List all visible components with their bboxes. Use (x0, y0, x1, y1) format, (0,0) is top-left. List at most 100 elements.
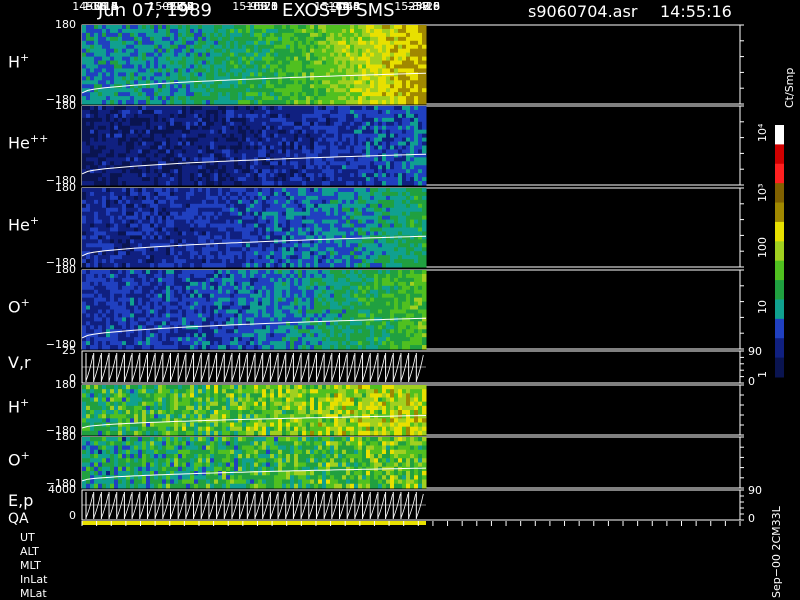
spectrogram-cell (130, 52, 135, 58)
spectrogram-cell (214, 149, 219, 154)
spectrogram-cell (186, 239, 191, 244)
spectrogram-cell (214, 195, 219, 201)
spectrogram-cell (358, 106, 363, 111)
spectrogram-cell (122, 56, 127, 62)
spectrogram-cell (306, 247, 311, 252)
spectrogram-cell (118, 137, 123, 143)
spectrogram-cell (306, 25, 311, 30)
spectrogram-cell (222, 191, 227, 197)
spectrogram-cell (294, 243, 299, 248)
spectrogram-cell (98, 100, 103, 105)
spectrogram-cell (118, 207, 123, 213)
spectrogram-cell (182, 40, 187, 46)
spectrogram-cell (402, 129, 407, 135)
spectrogram-cell (198, 173, 203, 178)
spectrogram-cell (378, 223, 383, 228)
spectrogram-cell (234, 149, 239, 154)
spectrogram-cell (282, 227, 287, 232)
spectrogram-cell (206, 211, 211, 217)
spectrogram-cell (194, 203, 199, 209)
spectrogram-cell (406, 165, 411, 170)
spectrogram-cell (130, 215, 135, 221)
spectrogram-cell (398, 44, 403, 50)
spectrogram-cell (226, 231, 231, 236)
spectrogram-cell (122, 68, 127, 73)
spectrogram-cell (286, 165, 291, 170)
spectrogram-cell (90, 133, 95, 139)
spectrogram-cell (398, 36, 403, 42)
spectrogram-cell (354, 121, 359, 127)
spectrogram-cell (270, 199, 275, 205)
spectrogram-cell (230, 25, 235, 30)
spectrogram-cell (122, 64, 127, 69)
spectrogram-cell (310, 235, 315, 240)
spectrogram-cell (334, 36, 339, 42)
spectrogram-cell (182, 60, 187, 65)
spectrogram-cell (306, 169, 311, 174)
spectrogram-cell (254, 161, 259, 166)
spectrogram-cell (334, 247, 339, 252)
spectrogram-cell (98, 125, 103, 131)
spectrogram-cell (226, 211, 231, 217)
spectrogram-cell (362, 157, 367, 162)
spectrogram-cell (138, 231, 143, 236)
spectrogram-cell (250, 223, 255, 228)
spectrogram-cell (258, 231, 263, 236)
spectrogram-cell (278, 125, 283, 131)
spectrogram-cell (110, 60, 115, 65)
spectrogram-cell (250, 177, 255, 182)
spectrogram-cell (178, 68, 183, 73)
spectrogram-cell (206, 195, 211, 201)
spectrogram-cell (90, 36, 95, 42)
spectrogram-cell (118, 68, 123, 73)
spectrogram-cell (178, 191, 183, 197)
spectrogram-cell (338, 125, 343, 131)
spectrogram-cell (370, 88, 375, 93)
spectrogram-cell (422, 169, 427, 174)
spectrogram-cell (210, 211, 215, 217)
spectrogram-cell (174, 28, 179, 34)
spectrogram-cell (294, 133, 299, 139)
spectrogram-cell (410, 40, 415, 46)
spectrogram-cell (346, 76, 351, 81)
spectrogram-cell (282, 191, 287, 197)
spectrogram-cell (294, 25, 299, 30)
spectrogram-cell (350, 161, 355, 166)
spectrogram-cell (82, 117, 87, 123)
spectrogram-cell (226, 195, 231, 201)
spectrogram-cell (222, 125, 227, 131)
spectrogram-cell (362, 243, 367, 248)
spectrogram-cell (178, 145, 183, 150)
spectrogram-cell (290, 235, 295, 240)
spectrogram-cell (354, 215, 359, 221)
spectrogram-cell (94, 80, 99, 85)
spectrogram-cell (146, 129, 151, 135)
spectrogram-cell (118, 44, 123, 50)
spectrogram-cell (390, 137, 395, 143)
spectrogram-cell (338, 259, 343, 264)
spectrogram-cell (278, 44, 283, 50)
spectrogram-cell (214, 44, 219, 50)
spectrogram-cell (366, 255, 371, 260)
spectrogram-cell (326, 243, 331, 248)
spectrogram-cell (266, 177, 271, 182)
spectrogram-cell (402, 113, 407, 119)
spectrogram-cell (322, 25, 327, 30)
spectrogram-cell (422, 133, 427, 139)
spectrogram-cell (246, 259, 251, 264)
spectrogram-cell (346, 157, 351, 162)
spectrogram-cell (310, 199, 315, 205)
spectrogram-cell (158, 251, 163, 256)
spectrogram-cell (282, 44, 287, 50)
spectrogram-cell (306, 207, 311, 213)
spectrogram-cell (350, 141, 355, 146)
spectrogram-cell (102, 227, 107, 232)
spectrogram-cell (390, 133, 395, 139)
spectrogram-cell (190, 100, 195, 105)
spectrogram-cell (262, 52, 267, 58)
spectrogram-cell (150, 235, 155, 240)
spectrogram-cell (274, 84, 279, 89)
spectrogram-cell (386, 100, 391, 105)
spectrogram-cell (410, 56, 415, 62)
spectrogram-cell (254, 165, 259, 170)
